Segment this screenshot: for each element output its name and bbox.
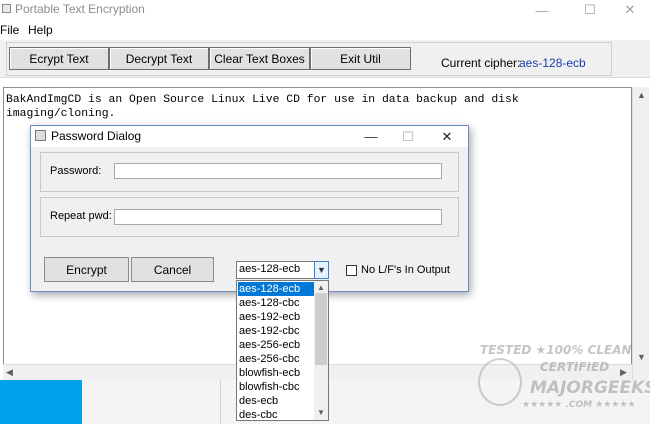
clear-text-boxes-button[interactable]: Clear Text Boxes (209, 47, 310, 70)
current-cipher-label: Current cipher: (441, 56, 521, 70)
scroll-left-arrow-icon[interactable]: ◀ (6, 367, 13, 378)
scroll-down-arrow-icon[interactable]: ▼ (637, 352, 646, 362)
decrypt-text-button[interactable]: Decrypt Text (109, 47, 209, 70)
watermark-badge-icon (478, 358, 522, 406)
menu-file[interactable]: File (0, 23, 19, 37)
repeat-password-input[interactable] (114, 209, 442, 225)
cipher-option[interactable]: aes-192-cbc (238, 324, 315, 338)
dropdown-down-arrow-icon[interactable]: ▼ (317, 408, 325, 417)
repeat-password-label: Repeat pwd: (50, 210, 112, 222)
scroll-right-arrow-icon[interactable]: ▶ (620, 367, 627, 378)
encrypt-button[interactable]: Encrypt (44, 257, 129, 282)
minimize-button[interactable]: — (522, 0, 562, 20)
scroll-up-arrow-icon[interactable]: ▲ (637, 90, 646, 100)
dialog-close-button[interactable]: ✕ (428, 126, 466, 147)
watermark-line: TESTED ★100% CLEAN (480, 343, 632, 357)
close-button[interactable]: ✕ (610, 0, 650, 20)
exit-util-button[interactable]: Exit Util (310, 47, 411, 70)
watermark-line: CERTIFIED (540, 360, 610, 374)
menu-bar (0, 21, 650, 39)
cancel-button[interactable]: Cancel (131, 257, 214, 282)
no-lf-checkbox[interactable] (346, 265, 357, 276)
dropdown-scroll-thumb[interactable] (315, 293, 327, 365)
dialog-title: Password Dialog (51, 129, 142, 143)
app-icon (2, 4, 11, 13)
cipher-option[interactable]: blowfish-cbc (238, 380, 315, 394)
watermark-logo-text: MAJORGEEKS (530, 378, 650, 398)
cipher-option[interactable]: aes-256-ecb (238, 338, 315, 352)
cipher-option[interactable]: aes-256-cbc (238, 352, 315, 366)
encrypt-text-button[interactable]: Ecrypt Text (9, 47, 109, 70)
maximize-button[interactable]: ☐ (570, 0, 610, 20)
dialog-app-icon (35, 130, 46, 141)
dialog-minimize-button[interactable]: — (352, 126, 390, 147)
chevron-down-icon[interactable]: ▼ (314, 261, 329, 279)
taskbar-tile (0, 380, 82, 424)
cipher-option[interactable]: des-cbc (238, 408, 315, 420)
cipher-option[interactable]: aes-128-ecb (238, 282, 315, 296)
password-input[interactable] (114, 163, 442, 179)
cipher-option[interactable]: des-ecb (238, 394, 315, 408)
cipher-option[interactable]: aes-128-cbc (238, 296, 315, 310)
dialog-maximize-button[interactable]: ☐ (389, 126, 427, 147)
cipher-option[interactable]: aes-192-ecb (238, 310, 315, 324)
no-lf-label[interactable]: No L/F's In Output (361, 264, 450, 276)
cipher-select-value[interactable]: aes-128-ecb (239, 263, 300, 275)
vertical-scrollbar[interactable] (632, 87, 649, 380)
watermark-line: ★★★★★ .COM ★★★★★ (522, 400, 636, 410)
cipher-option[interactable]: blowfish-ecb (238, 366, 315, 380)
menu-help[interactable]: Help (28, 23, 53, 37)
divider (220, 380, 221, 424)
window-title: Portable Text Encryption (15, 2, 145, 16)
dropdown-up-arrow-icon[interactable]: ▲ (317, 283, 325, 292)
text-area-content[interactable]: BakAndImgCD is an Open Source Linux Live… (6, 93, 606, 121)
password-label: Password: (50, 165, 102, 177)
current-cipher-value: aes-128-ecb (519, 56, 586, 70)
